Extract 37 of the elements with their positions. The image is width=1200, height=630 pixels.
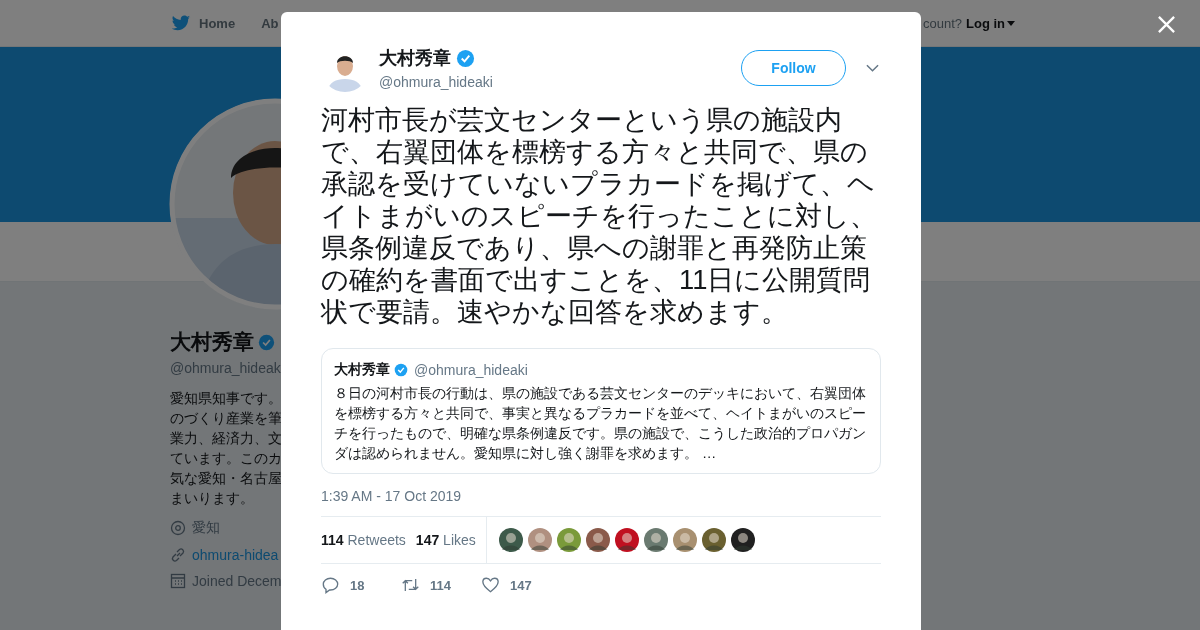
quoted-tweet-text: ８日の河村市長の行動は、県の施設である芸文センターのデッキにおいて、右翼団体を標榜する方々と共同で、事実と異なるプラカードを並べて、ヘイトまがいのスピーチを行ったもので、明確な県条例違反です。県の施設で、こうした政治的プロパガンダは認められません。愛知県に対し強く謝罪を求めます。 … <box>334 384 867 463</box>
author-name: 大村秀章 <box>379 47 451 70</box>
bio-line: のづくり産業を筆 <box>170 410 283 428</box>
chevron-down-icon[interactable] <box>866 64 879 72</box>
calendar-icon <box>170 573 186 589</box>
quoted-tweet[interactable]: 大村秀章 @ohmura_hideaki ８日の河村市長の行動は、県の施設である芸文センターのデッキにおいて、右翼団体を標榜する方々と共同で、事実と異なるプラカードを並べて、ヘイトまがいのスピーチを行ったもので、明確な県条例違反です。県の施設で、こうした政治的プロパガンダは認められません。愛知県に対し強く謝罪を求めます。 … <box>321 348 881 474</box>
action-count: 147 <box>510 577 532 593</box>
reply-icon[interactable] <box>321 576 340 594</box>
retweet-icon[interactable] <box>401 576 420 594</box>
login-link[interactable]: Log in <box>966 15 1015 31</box>
nav-link[interactable]: Ab <box>261 15 279 31</box>
account-prompt: count? <box>922 15 962 31</box>
action-count: 18 <box>350 577 365 593</box>
link-icon <box>170 547 186 563</box>
action-count: 114 <box>430 577 451 593</box>
heart-icon[interactable] <box>481 576 500 594</box>
tweet-timestamp: 1:39 AM - 17 Oct 2019 <box>321 488 463 504</box>
profile-name: 大村秀章 <box>170 329 254 355</box>
bio-line: 業力、経済力、文 <box>170 430 283 448</box>
stat-link[interactable]: 114 Retweets <box>321 532 406 548</box>
caret-icon[interactable] <box>1007 20 1015 26</box>
follow-button[interactable]: Follow <box>741 50 846 86</box>
close-icon[interactable] <box>1157 15 1176 34</box>
location-text: 愛知 <box>192 519 220 537</box>
bio-line: まいります。 <box>170 490 255 508</box>
profile-handle: @ohmura_hideak <box>170 360 282 376</box>
location-pin-icon <box>170 520 186 536</box>
author-handle: @ohmura_hideaki <box>379 74 494 90</box>
stat-link[interactable]: 147 Likes <box>415 532 476 548</box>
quoted-author-handle: @ohmura_hideaki <box>414 362 528 378</box>
bio-line: 愛知県知事です。 <box>170 390 283 408</box>
bio-line: ています。このカ <box>170 450 283 468</box>
bio-line: 気な愛知・名古屋 <box>170 470 283 488</box>
joined-date: Joined Decem <box>192 573 282 589</box>
nav-link[interactable]: Home <box>199 15 236 31</box>
tweet-text: 河村市長が芸文センターという県の施設内で、右翼団体を標榜する方々と共同で、県の承認を受けていないプラカードを掲げて、ヘイトまがいのスピーチを行ったことに対し、県条例違反であり、県への謝罪と再発防止策の確約を書面で出すことを、11日に公開質問状で要請。速やかな回答を求めます。 <box>321 104 878 328</box>
quoted-author-name: 大村秀章 <box>334 361 390 379</box>
